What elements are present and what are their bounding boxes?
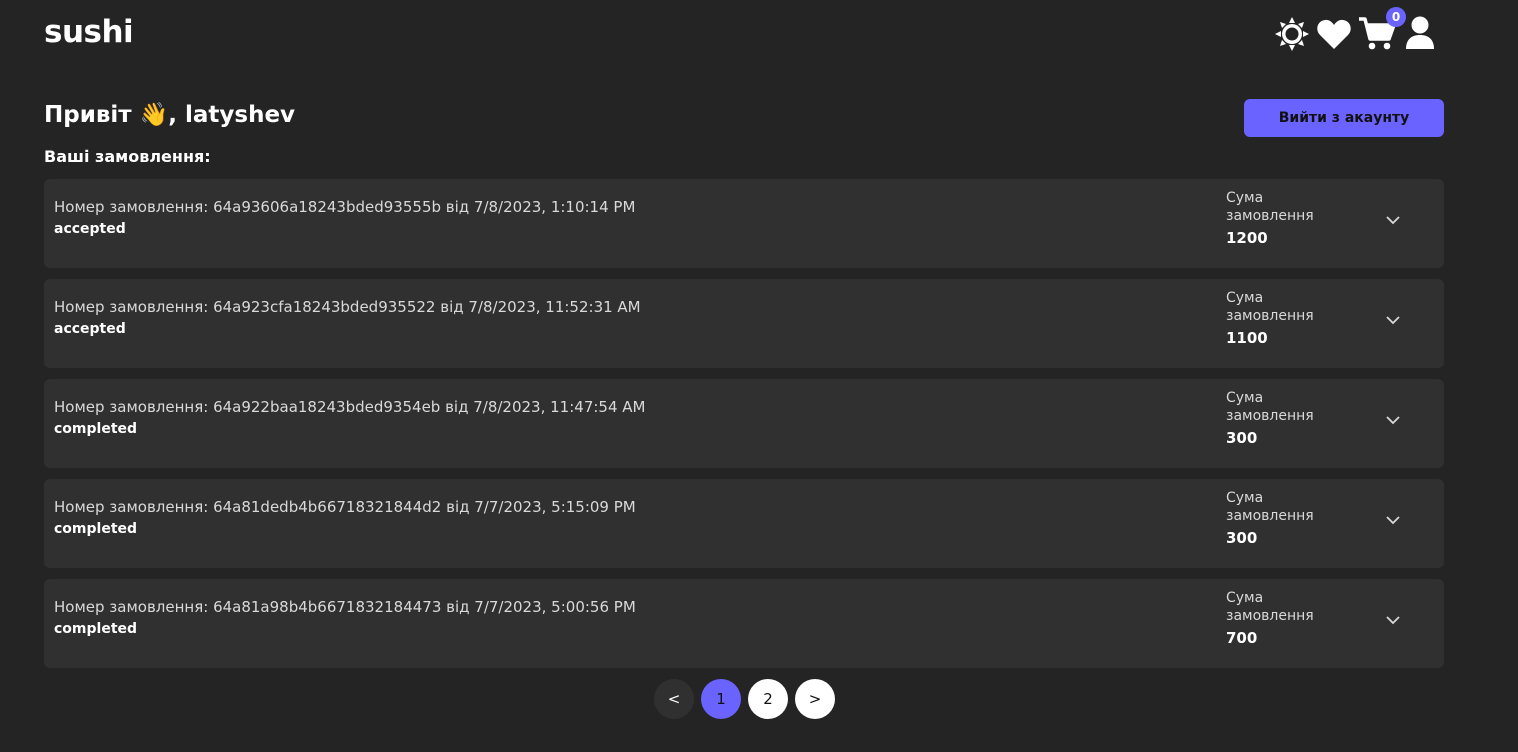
order-card[interactable]: Номер замовлення: 64a923cfa18243bded9355… [44,279,1444,368]
theme-toggle[interactable] [1274,16,1310,52]
chevron-down-icon[interactable] [1384,611,1402,629]
heart-icon [1317,19,1351,49]
cart-count-badge: 0 [1386,7,1406,27]
order-sum-label: Сума замовлення [1226,190,1314,224]
pagination-page-2[interactable]: 2 [748,679,788,719]
chevron-down-icon[interactable] [1384,311,1402,329]
order-status: completed [54,621,138,637]
order-card[interactable]: Номер замовлення: 64a922baa18243bded9354… [44,379,1444,468]
logout-button[interactable]: Вийти з акаунту [1244,99,1444,137]
greeting: Привіт 👋, latyshev [44,102,296,128]
order-info: Номер замовлення: 64a81a98b4b66718321844… [54,598,636,616]
order-sum-label: Сума замовлення [1226,490,1314,524]
order-sum-label: Сума замовлення [1226,390,1314,424]
order-info: Номер замовлення: 64a93606a18243bded9355… [54,198,636,216]
order-sum-label: Сума замовлення [1226,290,1314,324]
pagination-next-button[interactable]: > [795,679,835,719]
chevron-down-icon[interactable] [1384,411,1402,429]
order-card[interactable]: Номер замовлення: 64a81dedb4b66718321844… [44,479,1444,568]
chevron-down-icon[interactable] [1384,211,1402,229]
user-icon [1406,16,1434,49]
order-info: Номер замовлення: 64a81dedb4b66718321844… [54,498,636,516]
order-sum-label: Сума замовлення [1226,590,1314,624]
order-status: completed [54,421,138,437]
order-status: completed [54,521,138,537]
order-sum-value: 700 [1226,629,1258,647]
favorites-button[interactable] [1316,18,1352,50]
order-status: accepted [54,221,126,237]
order-sum-value: 1200 [1226,229,1268,247]
order-info: Номер замовлення: 64a923cfa18243bded9355… [54,298,641,316]
order-sum-value: 300 [1226,429,1258,447]
order-card[interactable]: Номер замовлення: 64a81a98b4b66718321844… [44,579,1444,668]
pagination-prev-button[interactable]: < [654,679,694,719]
orders-list: Номер замовлення: 64a93606a18243bded9355… [44,179,1444,679]
pagination-page-1[interactable]: 1 [701,679,741,719]
chevron-down-icon[interactable] [1384,511,1402,529]
order-sum-value: 300 [1226,529,1258,547]
sun-icon [1275,17,1309,51]
order-status: accepted [54,321,126,337]
order-card[interactable]: Номер замовлення: 64a93606a18243bded9355… [44,179,1444,268]
logo[interactable]: sushi [44,14,134,50]
orders-title: Ваші замовлення: [44,147,211,166]
order-info: Номер замовлення: 64a922baa18243bded9354… [54,398,646,416]
order-sum-value: 1100 [1226,329,1268,347]
profile-button[interactable] [1404,16,1436,50]
